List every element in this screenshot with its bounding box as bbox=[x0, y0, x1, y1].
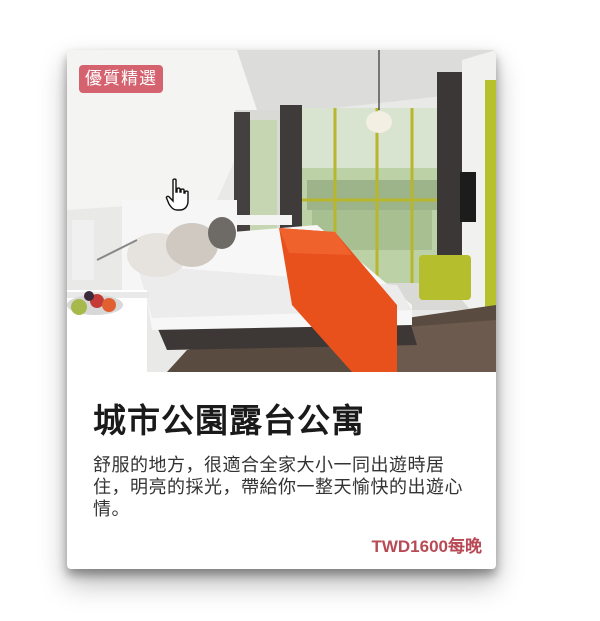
price-label: TWD1600每晚 bbox=[371, 537, 482, 556]
featured-badge: 優質精選 bbox=[79, 65, 163, 93]
hotel-room-photo bbox=[67, 50, 496, 372]
hand-pointer-icon bbox=[165, 178, 189, 211]
card-body: 城市公園露台公寓 舒服的地方，很適合全家大小一同出遊時居住，明亮的採光，帶給你一… bbox=[67, 372, 496, 569]
listing-card[interactable]: 優質精選 城市公園露台公寓 舒服的地方，很適合全家大小一同出遊時居住，明亮的採光… bbox=[67, 50, 496, 569]
listing-description: 舒服的地方，很適合全家大小一同出遊時居住，明亮的採光，帶給你一整天愉快的出遊心情… bbox=[93, 455, 463, 520]
room-photo[interactable]: 優質精選 bbox=[67, 50, 496, 372]
listing-title[interactable]: 城市公園露台公寓 bbox=[93, 394, 365, 442]
